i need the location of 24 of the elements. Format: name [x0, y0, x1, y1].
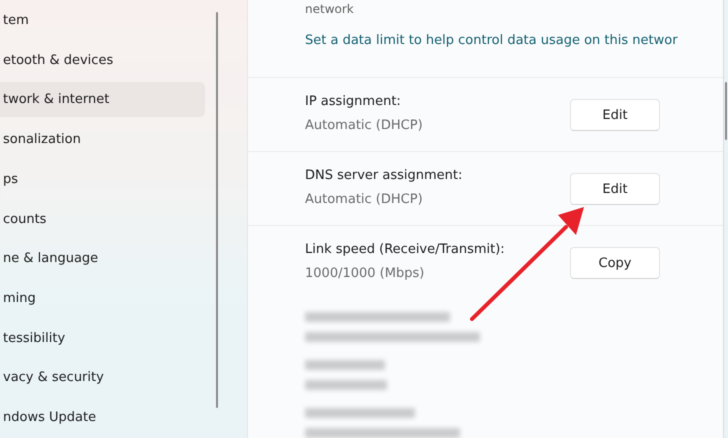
property-label: Link speed (Receive/Transmit):	[305, 242, 505, 257]
property-label: IP assignment:	[305, 94, 402, 109]
nav-item[interactable]: etooth & devices	[0, 42, 205, 78]
description-text: network	[305, 2, 355, 16]
nav-item[interactable]: tessibility	[0, 320, 205, 356]
nav-item[interactable]: ps	[0, 162, 205, 197]
action-button[interactable]: Edit	[570, 99, 660, 131]
nav-item[interactable]: ne & language	[0, 241, 205, 276]
property-label: DNS server assignment:	[305, 168, 462, 183]
nav-item[interactable]: ndows Update	[0, 400, 205, 436]
nav-item[interactable]: sonalization	[0, 122, 205, 157]
nav-item[interactable]: twork & internet	[0, 82, 205, 118]
property-value: Automatic (DHCP)	[305, 192, 424, 207]
action-button[interactable]: Copy	[570, 247, 660, 279]
data-limit-link[interactable]: Set a data limit to help control data usage on this networ	[305, 33, 723, 48]
property-value: Automatic (DHCP)	[305, 118, 423, 133]
action-button[interactable]: Edit	[570, 173, 660, 205]
scrollbar[interactable]	[216, 12, 218, 408]
scrollbar[interactable]	[725, 82, 727, 140]
nav-item[interactable]: counts	[0, 202, 205, 236]
nav-item[interactable]: ming	[0, 281, 205, 316]
nav-item[interactable]: tem	[0, 3, 205, 38]
nav-item[interactable]: vacy & security	[0, 360, 205, 396]
property-value: 1000/1000 (Mbps)	[305, 266, 426, 281]
